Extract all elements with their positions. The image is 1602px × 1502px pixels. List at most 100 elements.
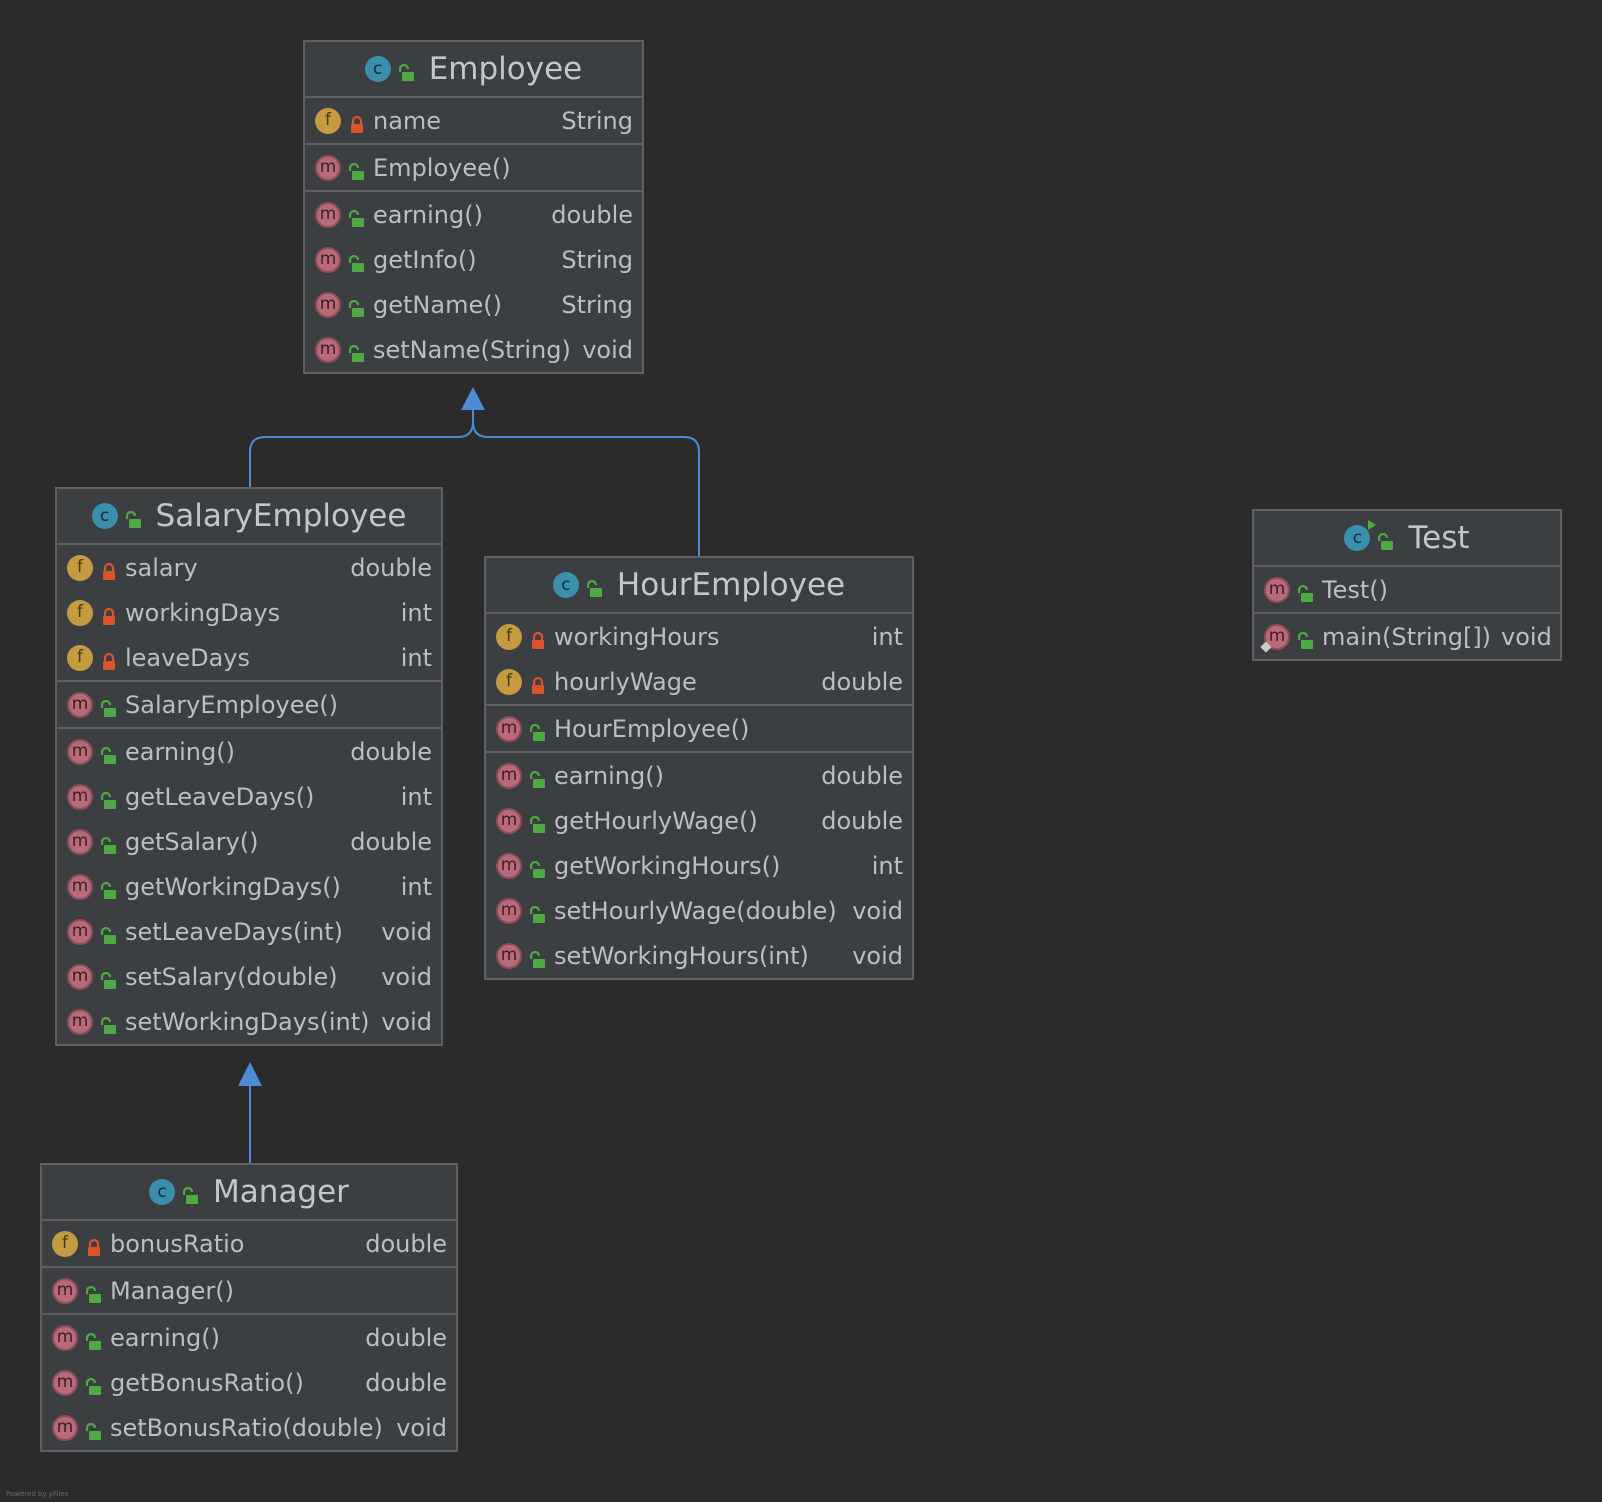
method-icon: m xyxy=(496,762,522,789)
member-name: getInfo() xyxy=(373,245,477,274)
member-type: double xyxy=(365,1229,447,1258)
method-row[interactable]: m getName() String xyxy=(305,282,642,327)
public-visibility-icon xyxy=(398,60,415,81)
method-icon: m xyxy=(52,1369,78,1396)
public-visibility-icon xyxy=(85,1282,102,1303)
member-name: setSalary(double) xyxy=(125,962,338,991)
field-row[interactable]: f hourlyWage double xyxy=(486,659,912,704)
fields-section: f name String xyxy=(305,98,642,145)
member-type: double xyxy=(821,667,903,696)
public-visibility-icon xyxy=(85,1374,102,1395)
public-visibility-icon xyxy=(529,812,546,833)
method-row[interactable]: m setSalary(double) void xyxy=(57,954,441,999)
member-type: int xyxy=(400,872,432,901)
public-visibility-icon xyxy=(100,696,117,717)
method-icon: m xyxy=(496,715,522,742)
field-row[interactable]: f workingDays int xyxy=(57,590,441,635)
member-name: hourlyWage xyxy=(554,667,697,696)
methods-section: m earning() double m getBonusRatio() double m s… xyxy=(42,1315,456,1450)
method-icon: m xyxy=(315,201,341,228)
constructors-section: m HourEmployee() xyxy=(486,706,912,753)
method-row[interactable]: m getLeaveDays() int xyxy=(57,774,441,819)
constructor-row[interactable]: m Employee() xyxy=(305,145,642,190)
method-row[interactable]: m getWorkingHours() int xyxy=(486,843,912,888)
fields-section: f workingHours int f hourlyWage double xyxy=(486,614,912,706)
method-icon: m xyxy=(67,963,93,990)
edge-houremployee-to-employee xyxy=(472,410,700,556)
member-type: String xyxy=(561,106,633,135)
member-type: int xyxy=(400,782,432,811)
field-row[interactable]: f workingHours int xyxy=(486,614,912,659)
constructor-row[interactable]: m Test() xyxy=(1254,567,1560,612)
method-icon: m xyxy=(496,807,522,834)
class-employee[interactable]: c Employee f name String m Employee() m earning(… xyxy=(303,40,644,374)
class-header: c Manager xyxy=(42,1165,456,1221)
public-visibility-icon xyxy=(348,296,365,317)
field-icon: f xyxy=(315,107,341,134)
class-test[interactable]: c Test m Test() m main(String[]) void xyxy=(1252,509,1562,661)
public-visibility-icon xyxy=(100,968,117,989)
method-row[interactable]: m getHourlyWage() double xyxy=(486,798,912,843)
method-row[interactable]: m setWorkingHours(int) void xyxy=(486,933,912,978)
method-row[interactable]: m earning() double xyxy=(42,1315,456,1360)
member-type: double xyxy=(350,827,432,856)
member-name: main(String[]) xyxy=(1322,622,1492,651)
method-icon: m xyxy=(67,1008,93,1035)
member-type: void xyxy=(381,917,432,946)
method-icon: m xyxy=(1264,576,1290,603)
member-type: String xyxy=(561,245,633,274)
public-visibility-icon xyxy=(529,767,546,788)
class-title: Manager xyxy=(213,1174,349,1210)
method-row[interactable]: m getInfo() String xyxy=(305,237,642,282)
method-icon: m xyxy=(315,291,341,318)
method-row[interactable]: m setLeaveDays(int) void xyxy=(57,909,441,954)
class-icon: c xyxy=(552,572,579,598)
member-name: Test() xyxy=(1322,575,1388,604)
method-row[interactable]: m getBonusRatio() double xyxy=(42,1360,456,1405)
member-type: int xyxy=(871,622,903,651)
constructor-row[interactable]: m SalaryEmployee() xyxy=(57,682,441,727)
member-name: getWorkingDays() xyxy=(125,872,341,901)
edge-salaryemployee-to-employee xyxy=(249,410,474,487)
member-name: bonusRatio xyxy=(110,1229,245,1258)
method-row[interactable]: m getWorkingDays() int xyxy=(57,864,441,909)
member-name: setHourlyWage(double) xyxy=(554,896,837,925)
class-houremployee[interactable]: c HourEmployee f workingHours int f hourlyWage… xyxy=(484,556,914,980)
class-salaryemployee[interactable]: c SalaryEmployee f salary double f workingDays… xyxy=(55,487,443,1046)
field-row[interactable]: f salary double xyxy=(57,545,441,590)
method-row[interactable]: m earning() double xyxy=(486,753,912,798)
fields-section: f salary double f workingDays int f leaveDays in… xyxy=(57,545,441,682)
field-row[interactable]: f name String xyxy=(305,98,642,143)
constructors-section: m Employee() xyxy=(305,145,642,192)
private-visibility-icon xyxy=(349,112,365,133)
method-icon: m xyxy=(52,1324,78,1351)
member-name: getLeaveDays() xyxy=(125,782,315,811)
method-icon: m xyxy=(67,873,93,900)
methods-section: m main(String[]) void xyxy=(1254,614,1560,659)
member-name: workingDays xyxy=(125,598,281,627)
constructor-row[interactable]: m HourEmployee() xyxy=(486,706,912,751)
public-visibility-icon xyxy=(586,576,603,597)
method-row[interactable]: m getSalary() double xyxy=(57,819,441,864)
member-type: int xyxy=(400,643,432,672)
method-row[interactable]: m setName(String) void xyxy=(305,327,642,372)
method-row[interactable]: m setBonusRatio(double) void xyxy=(42,1405,456,1450)
public-visibility-icon xyxy=(100,923,117,944)
method-icon: m xyxy=(67,738,93,765)
method-row[interactable]: m setWorkingDays(int) void xyxy=(57,999,441,1044)
constructor-row[interactable]: m Manager() xyxy=(42,1268,456,1313)
class-title: Employee xyxy=(428,51,583,87)
member-name: getHourlyWage() xyxy=(554,806,758,835)
method-row[interactable]: m earning() double xyxy=(305,192,642,237)
method-row[interactable]: m earning() double xyxy=(57,729,441,774)
method-row[interactable]: m main(String[]) void xyxy=(1254,614,1560,659)
field-row[interactable]: f leaveDays int xyxy=(57,635,441,680)
methods-section: m earning() double m getHourlyWage() double m g… xyxy=(486,753,912,978)
class-manager[interactable]: c Manager f bonusRatio double m Manager() m earn… xyxy=(40,1163,458,1452)
field-row[interactable]: f bonusRatio double xyxy=(42,1221,456,1266)
member-type: double xyxy=(350,553,432,582)
method-row[interactable]: m setHourlyWage(double) void xyxy=(486,888,912,933)
member-type: void xyxy=(396,1413,447,1442)
method-icon: m xyxy=(1264,623,1290,650)
member-type: void xyxy=(852,941,903,970)
